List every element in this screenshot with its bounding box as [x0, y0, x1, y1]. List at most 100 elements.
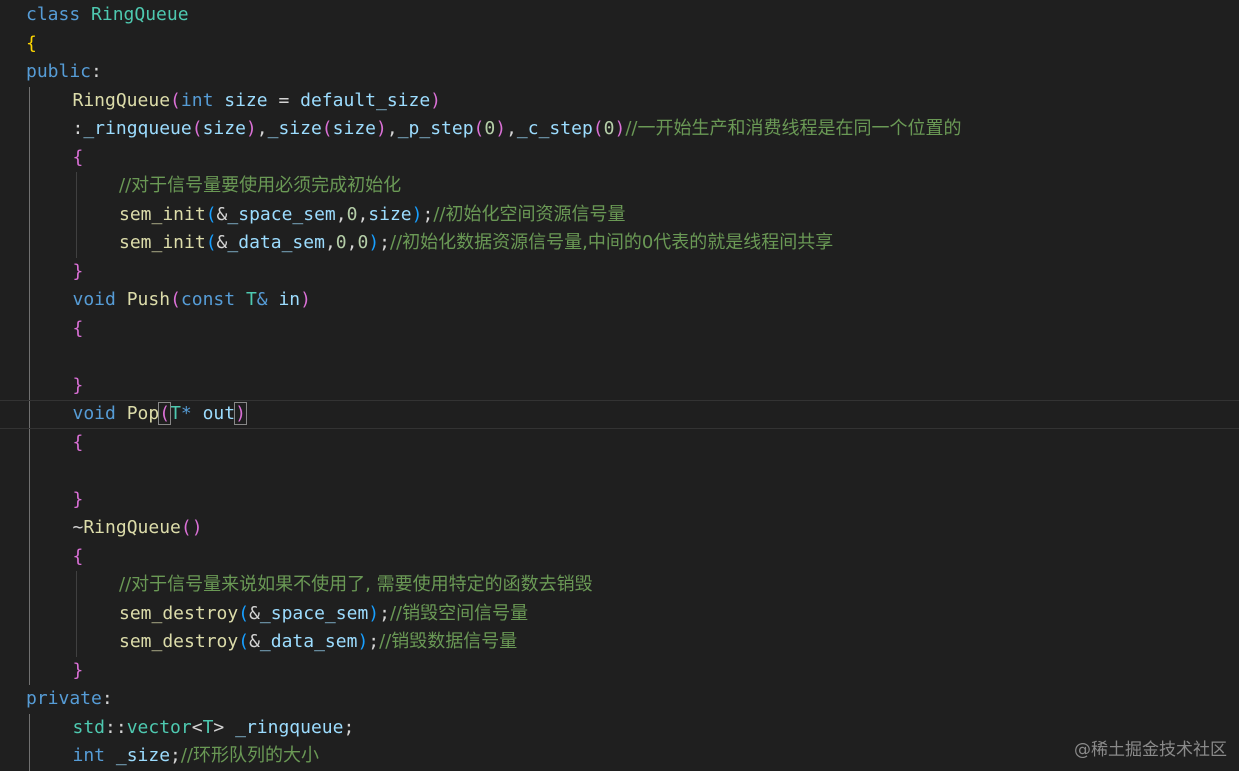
code-line[interactable]: {	[0, 542, 1239, 571]
token: default_size	[300, 89, 431, 111]
code-line[interactable]	[0, 457, 1239, 486]
token: T	[245, 289, 257, 310]
code-text: //对于信号量来说如果不使用了, 需要使用特定的函数去销毁	[119, 571, 593, 600]
token: public	[26, 61, 92, 82]
code-line[interactable]: :_ringqueue(size),_size(size),_p_step(0)…	[0, 115, 1239, 144]
token: &	[249, 602, 260, 624]
code-line[interactable]: }	[0, 656, 1239, 685]
token: sem_destroy	[119, 631, 239, 652]
token: //初始化数据资源信号量,中间的0代表的就是线程间共享	[390, 232, 834, 253]
code-text: }	[73, 372, 84, 401]
token: size	[202, 118, 246, 139]
token: (	[205, 232, 217, 253]
code-line[interactable]: sem_init(&_data_sem,0,0);//初始化数据资源信号量,中间…	[0, 229, 1239, 258]
indent-guide	[29, 542, 30, 571]
token: sem_init	[119, 203, 206, 225]
token: {	[72, 545, 84, 567]
token: size	[224, 89, 268, 111]
token: ()	[180, 517, 203, 538]
code-line[interactable]: {	[0, 428, 1239, 457]
token: =	[267, 89, 301, 111]
code-text: sem_destroy(&_data_sem);//销毁数据信号量	[119, 628, 517, 657]
token: RingQueue	[91, 4, 189, 25]
code-text: }	[73, 486, 84, 515]
code-line[interactable]: }	[0, 485, 1239, 515]
token: )	[430, 89, 442, 111]
token: std	[72, 716, 106, 738]
code-text: //对于信号量要使用必须完成初始化	[119, 172, 401, 201]
token: //对于信号量要使用必须完成初始化	[119, 175, 402, 196]
token: >	[213, 716, 236, 738]
code-line[interactable]: {	[0, 30, 1239, 59]
code-line[interactable]: int _size;//环形队列的大小	[0, 742, 1239, 771]
code-line[interactable]: std::vector<T> _ringqueue;	[0, 713, 1239, 743]
code-line[interactable]: //对于信号量来说如果不使用了, 需要使用特定的函数去销毁	[0, 571, 1239, 600]
code-line[interactable]: sem_init(&_space_sem,0,size);//初始化空间资源信号…	[0, 200, 1239, 229]
code-line[interactable]: void Push(const T& in)	[0, 286, 1239, 315]
token: _size	[267, 118, 322, 139]
token: ;	[170, 745, 181, 766]
token: *	[180, 403, 192, 424]
token: in	[278, 289, 301, 310]
token: )	[234, 402, 247, 425]
token: <	[191, 716, 203, 738]
code-line[interactable]: public:	[0, 58, 1239, 87]
code-text: class RingQueue	[26, 1, 189, 30]
code-text: void Pop(T* out)	[73, 401, 247, 428]
token: }	[72, 659, 84, 681]
code-line[interactable]: sem_destroy(&_data_sem);//销毁数据信号量	[0, 628, 1239, 657]
token: (	[170, 289, 181, 310]
indent-guide	[75, 599, 77, 628]
token: (	[473, 118, 485, 139]
token: (	[238, 631, 250, 652]
code-line[interactable]	[0, 343, 1239, 372]
token: ;	[379, 232, 390, 253]
token: )	[495, 118, 507, 139]
indent-guide	[29, 371, 30, 400]
code-line[interactable]: {	[0, 143, 1239, 173]
code-line[interactable]: void Pop(T* out)	[0, 400, 1239, 429]
token: ,	[324, 232, 336, 253]
token: ;	[368, 631, 380, 652]
indent-guide	[29, 172, 30, 201]
token: &	[216, 203, 228, 225]
code-line[interactable]: class RingQueue	[0, 1, 1239, 30]
code-text: }	[73, 258, 84, 287]
code-text: void Push(const T& in)	[73, 286, 312, 315]
token: {	[72, 146, 84, 168]
code-text: sem_destroy(&_space_sem);//销毁空间信号量	[119, 600, 528, 629]
token: //环形队列的大小	[180, 745, 320, 766]
code-line[interactable]: }	[0, 257, 1239, 287]
token: int	[72, 745, 106, 766]
indent-guide	[29, 599, 30, 628]
code-text: std::vector<T> _ringqueue;	[73, 714, 355, 743]
indent-guide	[29, 428, 30, 457]
token: int	[180, 89, 214, 111]
code-editor[interactable]: class RingQueue{public: RingQueue(int siz…	[0, 0, 1239, 771]
token: T	[170, 403, 181, 424]
indent-guide	[29, 485, 30, 514]
code-line[interactable]: private:	[0, 685, 1239, 714]
token: _data_sem	[259, 631, 358, 652]
code-text: {	[73, 315, 84, 344]
indent-guide	[29, 115, 30, 144]
token: ,	[346, 232, 358, 253]
code-line[interactable]: {	[0, 314, 1239, 344]
code-line[interactable]: //对于信号量要使用必须完成初始化	[0, 172, 1239, 201]
code-line[interactable]: RingQueue(int size = default_size)	[0, 86, 1239, 115]
indent-guide	[29, 86, 30, 115]
code-line[interactable]: sem_destroy(&_space_sem);//销毁空间信号量	[0, 599, 1239, 629]
token: RingQueue	[83, 517, 181, 538]
indent-guide	[29, 343, 30, 372]
code-text: public:	[26, 58, 102, 87]
code-text: {	[73, 144, 84, 173]
code-line[interactable]: }	[0, 371, 1239, 401]
token: 0	[603, 118, 615, 139]
token: (	[238, 602, 250, 624]
code-line[interactable]: ~RingQueue()	[0, 514, 1239, 543]
indent-guide	[29, 457, 30, 486]
token: {	[26, 32, 37, 54]
indent-guide	[29, 656, 30, 685]
